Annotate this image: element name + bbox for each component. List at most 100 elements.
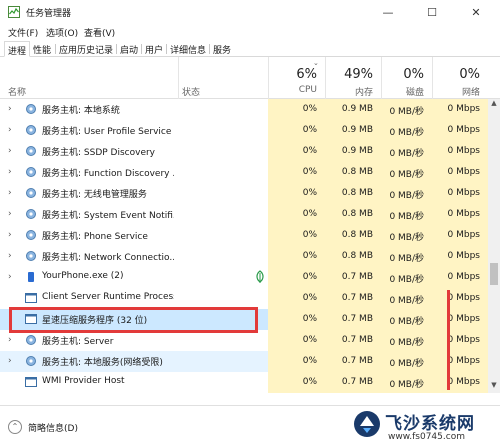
menu-view[interactable]: 查看(V): [84, 26, 115, 39]
table-row[interactable]: › 服务主机: 本地服务(网络受限) 0% 0.7 MB 0 MB/秒 0 Mbps: [0, 351, 488, 372]
memory-value: 0.8 MB: [325, 225, 381, 246]
expand-icon[interactable]: ›: [8, 125, 12, 135]
disk-value: 0 MB/秒: [381, 225, 432, 246]
collapse-icon[interactable]: ⌃: [8, 420, 22, 434]
column-network[interactable]: 0% 网络: [432, 57, 488, 99]
table-row[interactable]: › 服务主机: 无线电管理服务 0% 0.8 MB 0 MB/秒 0 Mbps: [0, 183, 488, 204]
cpu-value: 0%: [268, 372, 325, 393]
memory-value: 0.8 MB: [325, 162, 381, 183]
memory-value: 0.7 MB: [325, 309, 381, 330]
expand-icon[interactable]: ›: [8, 146, 12, 156]
expand-icon[interactable]: ›: [8, 209, 12, 219]
network-value: 0 Mbps: [432, 288, 488, 309]
tab-bar: 进程 性能 应用历史记录 启动 用户 详细信息 服务: [0, 41, 500, 57]
tab-details[interactable]: 详细信息: [167, 41, 209, 57]
network-value: 0 Mbps: [432, 351, 488, 372]
scroll-up-icon[interactable]: ▲: [488, 99, 500, 111]
column-name[interactable]: 名称: [8, 85, 26, 98]
network-value: 0 Mbps: [432, 183, 488, 204]
expand-icon[interactable]: ›: [8, 104, 12, 114]
network-total: 0%: [459, 67, 480, 82]
service-gear-icon: [25, 377, 37, 387]
tab-startup[interactable]: 启动: [117, 41, 141, 57]
disk-total: 0%: [403, 67, 424, 82]
service-gear-icon: [26, 146, 36, 156]
memory-value: 0.8 MB: [325, 246, 381, 267]
watermark-url: www.fs0745.com: [388, 432, 465, 442]
disk-value: 0 MB/秒: [381, 99, 432, 120]
expand-icon[interactable]: ›: [8, 251, 12, 261]
table-row[interactable]: › 服务主机: 本地系统 0% 0.9 MB 0 MB/秒 0 Mbps: [0, 99, 488, 120]
menu-file[interactable]: 文件(F): [8, 26, 38, 39]
cpu-value: 0%: [268, 267, 325, 288]
maximize-button[interactable]: ☐: [410, 0, 454, 24]
disk-value: 0 MB/秒: [381, 351, 432, 372]
network-value: 0 Mbps: [432, 204, 488, 225]
menu-bar: 文件(F) 选项(O) 查看(V): [0, 24, 500, 40]
tab-performance[interactable]: 性能: [30, 41, 54, 57]
scroll-down-icon[interactable]: ▼: [488, 381, 500, 393]
table-row[interactable]: › 服务主机: Function Discovery ... 0% 0.8 MB 0 M…: [0, 162, 488, 183]
tab-processes[interactable]: 进程: [4, 41, 30, 57]
process-name: 服务主机: 无线电管理服务: [42, 190, 147, 200]
process-name: 服务主机: Network Connectio...: [42, 253, 174, 263]
expand-icon[interactable]: ›: [8, 188, 12, 198]
disk-value: 0 MB/秒: [381, 246, 432, 267]
memory-value: 0.8 MB: [325, 204, 381, 225]
cpu-value: 0%: [268, 141, 325, 162]
minimize-button[interactable]: —: [366, 0, 410, 24]
table-row[interactable]: › 服务主机: System Event Notifi... 0% 0.8 MB 0 M…: [0, 204, 488, 225]
network-value: 0 Mbps: [432, 120, 488, 141]
fewer-details-link[interactable]: 简略信息(D): [28, 421, 78, 434]
service-gear-icon: [26, 251, 36, 261]
network-value: 0 Mbps: [432, 267, 488, 288]
disk-value: 0 MB/秒: [381, 372, 432, 393]
menu-options[interactable]: 选项(O): [46, 26, 78, 39]
column-header: 名称 状态 6% CPU ⌄ 49% 内存 0% 磁盘 0% 网络: [0, 57, 500, 99]
expand-icon[interactable]: ›: [8, 167, 12, 177]
disk-value: 0 MB/秒: [381, 141, 432, 162]
process-name: 服务主机: User Profile Service: [42, 127, 172, 137]
column-memory[interactable]: 49% 内存: [325, 57, 381, 99]
network-value: 0 Mbps: [432, 225, 488, 246]
expand-icon[interactable]: ›: [8, 356, 12, 366]
cpu-total: 6%: [296, 67, 317, 82]
column-status[interactable]: 状态: [182, 85, 200, 98]
scroll-thumb[interactable]: [490, 263, 498, 285]
process-name: 服务主机: SSDP Discovery: [42, 148, 156, 158]
network-value: 0 Mbps: [432, 162, 488, 183]
process-name: 服务主机: Server: [42, 337, 114, 347]
table-row[interactable]: › 服务主机: Server 0% 0.7 MB 0 MB/秒 0 Mbps: [0, 330, 488, 351]
service-gear-icon: [26, 230, 36, 240]
scrollbar[interactable]: ▲ ▼: [488, 99, 500, 393]
service-gear-icon: [26, 356, 36, 366]
table-row[interactable]: WMI Provider Host 0% 0.7 MB 0 MB/秒 0 Mbps: [0, 372, 488, 393]
process-name: YourPhone.exe (2): [42, 271, 124, 281]
tab-app-history[interactable]: 应用历史记录: [56, 41, 116, 57]
close-button[interactable]: ✕: [454, 0, 498, 24]
memory-value: 0.7 MB: [325, 267, 381, 288]
expand-icon[interactable]: ›: [8, 335, 12, 345]
process-name: 服务主机: 本地系统: [42, 106, 120, 116]
expand-icon[interactable]: ›: [8, 272, 12, 282]
process-name: 服务主机: 本地服务(网络受限): [42, 358, 163, 368]
table-row[interactable]: › 服务主机: User Profile Service 0% 0.9 MB 0 MB/…: [0, 120, 488, 141]
table-row[interactable]: › 服务主机: Network Connectio... 0% 0.8 MB 0 MB/…: [0, 246, 488, 267]
cpu-value: 0%: [268, 162, 325, 183]
tab-users[interactable]: 用户: [142, 41, 166, 57]
table-row[interactable]: Client Server Runtime Process 0% 0.7 MB 0 M…: [0, 288, 488, 309]
watermark-text: 飞沙系统网: [385, 414, 475, 434]
table-row[interactable]: › YourPhone.exe (2) 0% 0.7 MB 0 MB/秒 0 Mbps: [0, 267, 488, 288]
tab-services[interactable]: 服务: [210, 41, 234, 57]
memory-value: 0.7 MB: [325, 330, 381, 351]
expand-icon[interactable]: ›: [8, 230, 12, 240]
cpu-value: 0%: [268, 225, 325, 246]
memory-value: 0.7 MB: [325, 372, 381, 393]
cpu-label: CPU: [298, 85, 317, 95]
process-list: › 服务主机: 本地系统 0% 0.9 MB 0 MB/秒 0 Mbps › 服务主机: Us…: [0, 99, 488, 393]
table-row[interactable]: › 服务主机: Phone Service 0% 0.8 MB 0 MB/秒 0 Mbps: [0, 225, 488, 246]
column-disk[interactable]: 0% 磁盘: [381, 57, 432, 99]
table-row[interactable]: › 服务主机: SSDP Discovery 0% 0.9 MB 0 MB/秒 0 Mbp…: [0, 141, 488, 162]
watermark: 飞沙系统网 www.fs0745.com: [352, 407, 500, 445]
disk-value: 0 MB/秒: [381, 267, 432, 288]
